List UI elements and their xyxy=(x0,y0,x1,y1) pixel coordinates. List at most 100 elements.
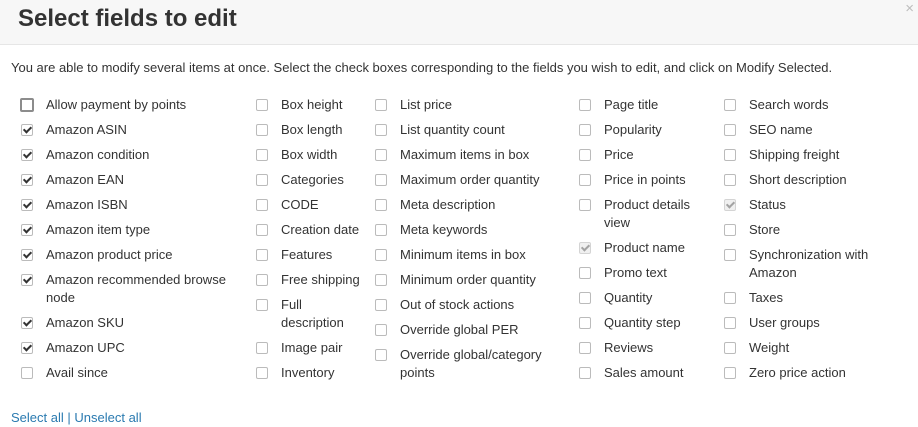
field-option[interactable]: Amazon EAN xyxy=(21,171,236,189)
field-label[interactable]: Maximum items in box xyxy=(400,146,529,164)
field-checkbox[interactable] xyxy=(375,149,387,161)
field-option[interactable]: Amazon ASIN xyxy=(21,121,236,139)
field-label[interactable]: Free shipping xyxy=(281,271,360,289)
field-option[interactable]: Full description xyxy=(256,296,366,332)
field-option[interactable]: Weight xyxy=(724,339,884,357)
field-label[interactable]: Amazon product price xyxy=(46,246,172,264)
field-label[interactable]: Image pair xyxy=(281,339,342,357)
field-label[interactable]: Meta description xyxy=(400,196,495,214)
field-checkbox[interactable] xyxy=(724,174,736,186)
field-option[interactable]: Allow payment by points xyxy=(20,96,236,114)
unselect-all-link[interactable]: Unselect all xyxy=(74,410,141,425)
field-checkbox[interactable] xyxy=(724,224,736,236)
field-checkbox[interactable] xyxy=(579,174,591,186)
field-checkbox[interactable] xyxy=(375,199,387,211)
field-label[interactable]: Price in points xyxy=(604,171,686,189)
field-option[interactable]: CODE xyxy=(256,196,366,214)
field-option[interactable]: User groups xyxy=(724,314,884,332)
field-checkbox[interactable] xyxy=(256,124,268,136)
field-option[interactable]: List quantity count xyxy=(375,121,555,139)
field-checkbox[interactable] xyxy=(579,99,591,111)
field-label[interactable]: Amazon recommended browse node xyxy=(46,271,236,307)
field-label[interactable]: List price xyxy=(400,96,452,114)
field-checkbox[interactable] xyxy=(21,342,33,354)
field-checkbox[interactable] xyxy=(375,274,387,286)
field-label[interactable]: Page title xyxy=(604,96,658,114)
field-checkbox[interactable] xyxy=(256,224,268,236)
field-checkbox[interactable] xyxy=(21,224,33,236)
field-option[interactable]: Maximum order quantity xyxy=(375,171,555,189)
field-label[interactable]: Popularity xyxy=(604,121,662,139)
field-checkbox[interactable] xyxy=(579,317,591,329)
field-option[interactable]: Price in points xyxy=(579,171,699,189)
field-label[interactable]: Inventory xyxy=(281,364,334,382)
field-checkbox[interactable] xyxy=(579,199,591,211)
field-checkbox[interactable] xyxy=(21,367,33,379)
field-option[interactable]: Free shipping xyxy=(256,271,366,289)
field-label[interactable]: List quantity count xyxy=(400,121,505,139)
field-option[interactable]: Meta keywords xyxy=(375,221,555,239)
field-label[interactable]: Out of stock actions xyxy=(400,296,514,314)
field-label[interactable]: Sales amount xyxy=(604,364,684,382)
field-option[interactable]: Taxes xyxy=(724,289,884,307)
field-option[interactable]: SEO name xyxy=(724,121,884,139)
field-label[interactable]: Box length xyxy=(281,121,342,139)
field-checkbox[interactable] xyxy=(375,124,387,136)
field-checkbox[interactable] xyxy=(21,249,33,261)
field-option[interactable]: Zero price action xyxy=(724,364,884,382)
field-label[interactable]: Product name xyxy=(604,239,685,257)
field-option[interactable]: Amazon ISBN xyxy=(21,196,236,214)
field-option[interactable]: Minimum items in box xyxy=(375,246,555,264)
field-checkbox[interactable] xyxy=(375,299,387,311)
field-option[interactable]: Box length xyxy=(256,121,366,139)
field-checkbox[interactable] xyxy=(375,249,387,261)
field-option[interactable]: Amazon SKU xyxy=(21,314,236,332)
field-label[interactable]: Amazon EAN xyxy=(46,171,124,189)
field-option[interactable]: Search words xyxy=(724,96,884,114)
field-checkbox[interactable] xyxy=(256,174,268,186)
field-checkbox[interactable] xyxy=(375,349,387,361)
field-option[interactable]: Sales amount xyxy=(579,364,699,382)
field-checkbox[interactable] xyxy=(724,99,736,111)
field-checkbox[interactable] xyxy=(579,124,591,136)
field-option[interactable]: Box width xyxy=(256,146,366,164)
field-option[interactable]: Categories xyxy=(256,171,366,189)
field-checkbox[interactable] xyxy=(256,249,268,261)
field-label[interactable]: Box height xyxy=(281,96,342,114)
select-all-link[interactable]: Select all xyxy=(11,410,64,425)
field-label[interactable]: Short description xyxy=(749,171,847,189)
field-label[interactable]: Search words xyxy=(749,96,828,114)
field-option[interactable]: Amazon recommended browse node xyxy=(21,271,236,307)
field-checkbox[interactable] xyxy=(724,367,736,379)
field-label[interactable]: Status xyxy=(749,196,786,214)
field-label[interactable]: Avail since xyxy=(46,364,108,382)
field-label[interactable]: User groups xyxy=(749,314,820,332)
field-option[interactable]: Synchronization with Amazon xyxy=(724,246,884,282)
field-option[interactable]: Shipping freight xyxy=(724,146,884,164)
field-label[interactable]: Quantity step xyxy=(604,314,681,332)
field-option[interactable]: Product details view xyxy=(579,196,699,232)
field-label[interactable]: Synchronization with Amazon xyxy=(749,246,884,282)
field-checkbox[interactable] xyxy=(724,249,736,261)
field-option[interactable]: Out of stock actions xyxy=(375,296,555,314)
field-label[interactable]: Amazon ASIN xyxy=(46,121,127,139)
field-label[interactable]: Amazon SKU xyxy=(46,314,124,332)
field-option[interactable]: Reviews xyxy=(579,339,699,357)
field-checkbox[interactable] xyxy=(724,124,736,136)
field-option[interactable]: Price xyxy=(579,146,699,164)
field-label[interactable]: Full description xyxy=(281,296,366,332)
field-label[interactable]: Meta keywords xyxy=(400,221,487,239)
field-checkbox[interactable] xyxy=(579,292,591,304)
field-checkbox[interactable] xyxy=(256,149,268,161)
field-option[interactable]: Quantity xyxy=(579,289,699,307)
field-checkbox[interactable] xyxy=(579,149,591,161)
field-label[interactable]: Box width xyxy=(281,146,337,164)
field-label[interactable]: Zero price action xyxy=(749,364,846,382)
field-checkbox[interactable] xyxy=(256,99,268,111)
field-option[interactable]: Quantity step xyxy=(579,314,699,332)
field-label[interactable]: Quantity xyxy=(604,289,652,307)
close-icon[interactable]: × xyxy=(905,1,914,17)
field-label[interactable]: Maximum order quantity xyxy=(400,171,539,189)
field-label[interactable]: Allow payment by points xyxy=(46,96,186,114)
field-label[interactable]: Product details view xyxy=(604,196,699,232)
